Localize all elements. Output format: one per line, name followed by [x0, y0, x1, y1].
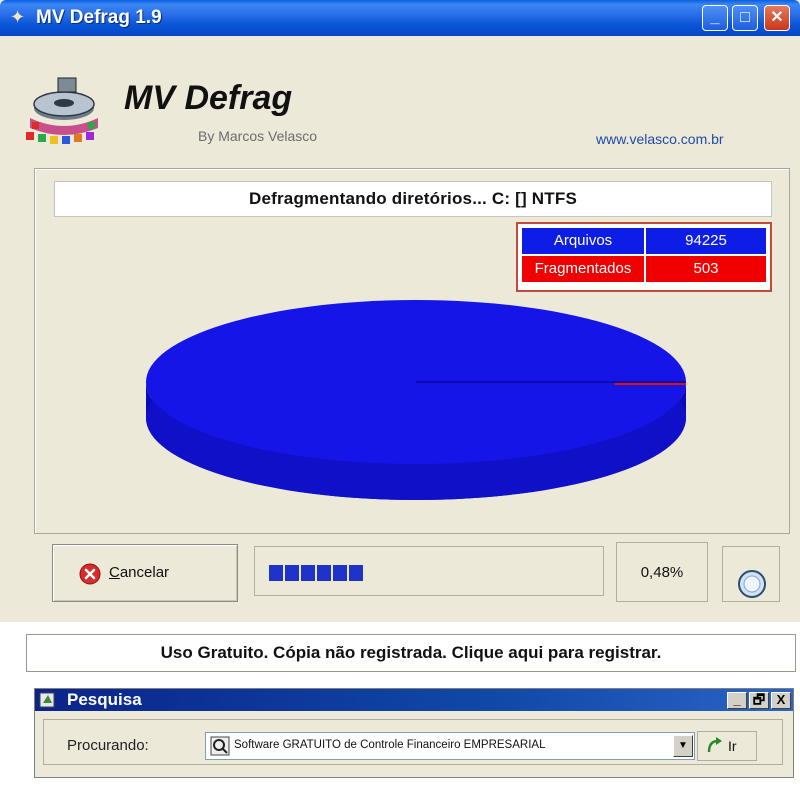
- minimize-button[interactable]: _: [702, 5, 728, 31]
- spinner-button[interactable]: [722, 546, 780, 602]
- search-engine-icon: [210, 736, 230, 756]
- search-window-title: Pesquisa: [67, 690, 142, 709]
- search-combo-value: Software GRATUITO de Controle Financeiro…: [234, 739, 546, 751]
- fragmented-row: Fragmentados 503: [522, 256, 766, 282]
- files-label: Arquivos: [522, 228, 646, 254]
- stats-box: Arquivos 94225 Fragmentados 503: [516, 222, 772, 292]
- go-button[interactable]: Ir: [697, 731, 757, 761]
- minimize-icon: _: [710, 9, 720, 26]
- main-window: ✦ MV Defrag 1.9 _ □ ✕ MV Defrag By Marco: [0, 0, 800, 622]
- maximize-button[interactable]: □: [732, 5, 758, 31]
- cancel-mnemonic: C: [109, 564, 120, 581]
- close-icon: ✕: [770, 9, 784, 26]
- cancel-label-rest: ancelar: [119, 564, 170, 581]
- search-window: Pesquisa _ 🗗 X Procurando: Software GRAT…: [34, 688, 794, 778]
- window-title: MV Defrag 1.9: [36, 7, 162, 28]
- disk-defrag-logo-icon: [26, 77, 98, 144]
- progress-percent: 0,48%: [616, 542, 708, 602]
- website-link[interactable]: www.velasco.com.br: [596, 131, 724, 147]
- search-close-icon: X: [776, 692, 786, 707]
- fragmented-count: 503: [693, 260, 719, 277]
- progress-block: [349, 565, 363, 581]
- search-restore-button[interactable]: 🗗: [749, 692, 769, 709]
- progress-block: [301, 565, 315, 581]
- search-title-bar[interactable]: Pesquisa _ 🗗 X: [35, 689, 793, 711]
- status-message: Defragmentando diretórios... C: [] NTFS: [54, 181, 772, 217]
- app-title-icon: ✦: [10, 7, 26, 27]
- progress-block: [333, 565, 347, 581]
- search-combo[interactable]: Software GRATUITO de Controle Financeiro…: [205, 732, 695, 760]
- app-name: MV Defrag: [124, 79, 293, 117]
- spinner-icon: [738, 570, 766, 598]
- search-window-icon: [39, 692, 55, 708]
- go-label: Ir: [728, 738, 737, 754]
- cancel-x-icon: [79, 563, 101, 585]
- registration-banner[interactable]: Uso Gratuito. Cópia não registrada. Cliq…: [26, 634, 796, 672]
- search-close-button[interactable]: X: [771, 692, 791, 709]
- files-row: Arquivos 94225: [522, 228, 766, 254]
- progress-block: [317, 565, 331, 581]
- fragmented-label: Fragmentados: [522, 256, 646, 282]
- cancel-label: Cancelar: [109, 564, 169, 581]
- chevron-down-icon[interactable]: ▼: [673, 735, 693, 757]
- go-arrow-icon: [707, 737, 722, 753]
- author-byline: By Marcos Velasco: [198, 128, 318, 144]
- title-bar[interactable]: ✦ MV Defrag 1.9 _ □ ✕: [0, 0, 800, 36]
- progress-bar: [254, 546, 604, 596]
- fragmentation-pie: [146, 300, 686, 500]
- progress-block: [285, 565, 299, 581]
- cancel-button[interactable]: Cancelar: [52, 544, 238, 602]
- files-count: 94225: [685, 232, 727, 249]
- searching-label: Procurando:: [67, 737, 149, 754]
- search-restore-icon: 🗗: [752, 692, 766, 707]
- progress-block: [269, 565, 283, 581]
- maximize-icon: □: [740, 9, 750, 26]
- close-button[interactable]: ✕: [764, 5, 790, 31]
- search-minimize-button[interactable]: _: [727, 692, 747, 709]
- search-minimize-icon: _: [733, 692, 741, 707]
